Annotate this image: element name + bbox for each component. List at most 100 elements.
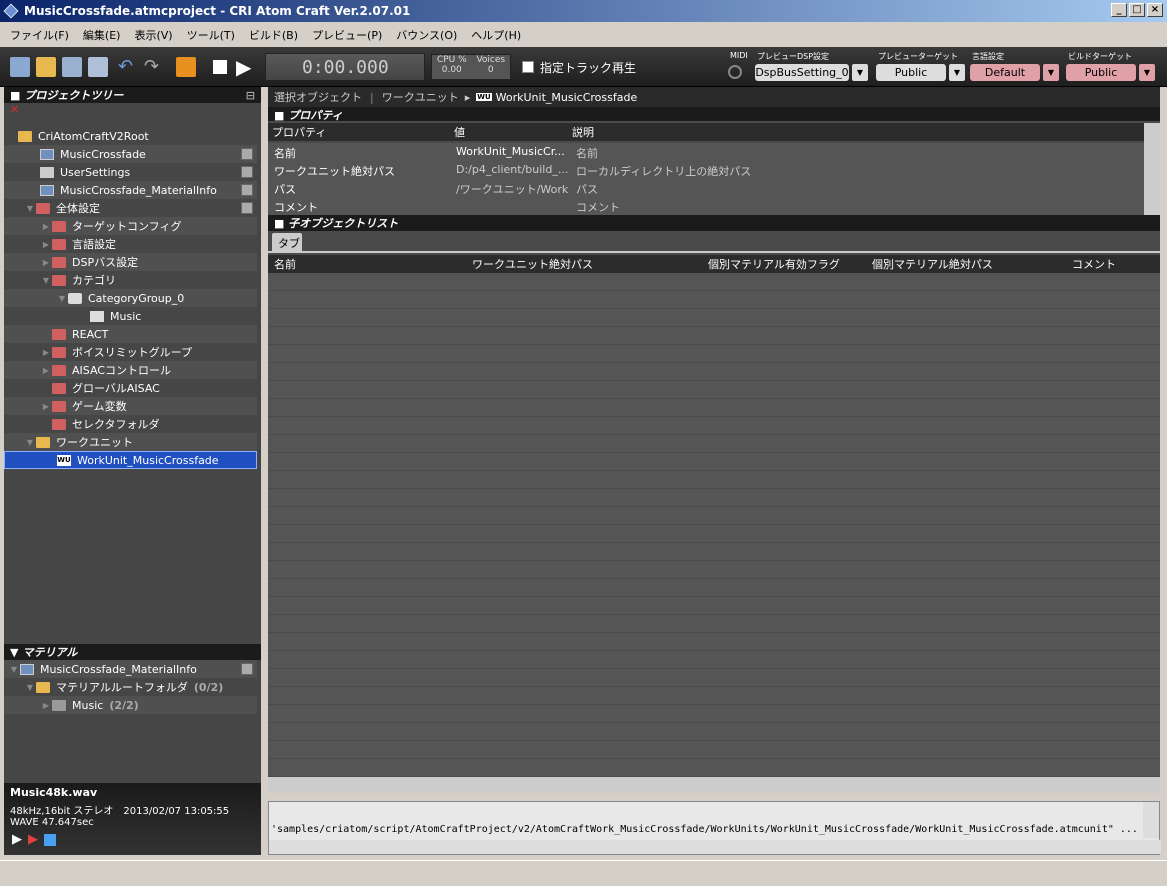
col-material-flag[interactable]: 個別マテリアル有効フラグ — [708, 256, 840, 272]
tree-item[interactable]: ▶ ボイスリミットグループ — [4, 343, 257, 361]
tree-item[interactable]: グローバルAISAC — [4, 379, 257, 397]
material-root-folder[interactable]: ▼ マテリアルルートフォルダ (0/2) — [4, 678, 257, 696]
redo-icon[interactable]: ↷ — [144, 57, 164, 77]
language-dropdown[interactable]: Default — [970, 64, 1040, 81]
cpu-value: 0.00 — [441, 65, 462, 75]
expand-arrow-icon[interactable]: ▼ — [56, 294, 68, 303]
property-row[interactable]: ワークユニット絶対パス D:/p4_client/build_... ローカルディレ… — [268, 161, 1144, 179]
tree-root[interactable]: CriAtomCraftV2Root — [4, 127, 257, 145]
maximize-button[interactable]: □ — [1129, 3, 1145, 17]
undo-icon[interactable]: ↶ — [118, 57, 138, 77]
tree-item[interactable]: REACT — [4, 325, 257, 343]
delete-icon[interactable]: ✕ — [4, 103, 261, 119]
expand-arrow-icon[interactable]: ▶ — [40, 240, 52, 249]
midi-icon[interactable] — [728, 65, 742, 79]
save-all-icon[interactable] — [62, 57, 82, 77]
tree-item[interactable]: MusicCrossfade_MaterialInfo — [4, 181, 257, 199]
property-row[interactable]: パス/ワークユニット/WorkU... パス — [268, 179, 1144, 197]
tree-item[interactable]: セレクタフォルダ — [4, 415, 257, 433]
col-material-path[interactable]: 個別マテリアル絶対パス — [872, 256, 993, 272]
dsp-label: プレビューDSP設定 — [757, 52, 830, 61]
dsp-dropdown-arrow-icon[interactable]: ▼ — [852, 64, 868, 81]
save-icon[interactable] — [241, 148, 253, 160]
tree-item[interactable]: ▶ ターゲットコンフィグ — [4, 217, 257, 235]
tree-item-selected[interactable]: WU WorkUnit_MusicCrossfade — [4, 451, 257, 469]
language-arrow-icon[interactable]: ▼ — [1043, 64, 1059, 81]
col-workunit-path[interactable]: ワークユニット絶対パス — [472, 256, 593, 272]
menu-build[interactable]: ビルド(B) — [243, 27, 304, 43]
minimize-button[interactable]: _ — [1111, 3, 1127, 17]
save-icon[interactable] — [241, 166, 253, 178]
tree-item[interactable]: UserSettings — [4, 163, 257, 181]
tree-item[interactable]: ▶ DSPバス設定 — [4, 253, 257, 271]
expand-arrow-icon[interactable]: ▶ — [40, 222, 52, 231]
expand-arrow-icon[interactable]: ▶ — [40, 701, 52, 710]
expand-arrow-icon[interactable]: ▼ — [40, 276, 52, 285]
col-comment[interactable]: コメント — [1072, 256, 1116, 272]
play-icon[interactable]: ▶ — [12, 832, 22, 847]
save-icon[interactable] — [241, 663, 253, 675]
col-value[interactable]: 値 — [454, 124, 465, 140]
preview-target-label: プレビューターゲット — [878, 52, 958, 61]
expand-arrow-icon[interactable]: ▼ — [24, 204, 36, 213]
menu-view[interactable]: 表示(V) — [128, 27, 178, 43]
expand-arrow-icon[interactable]: ▼ — [24, 683, 36, 692]
menu-help[interactable]: ヘルプ(H) — [465, 27, 527, 43]
close-button[interactable]: × — [1147, 3, 1163, 17]
property-value[interactable]: D:/p4_client/build_... — [456, 163, 568, 176]
expand-arrow-icon[interactable]: ▶ — [40, 348, 52, 357]
tree-item[interactable]: ▶ 言語設定 — [4, 235, 257, 253]
property-value[interactable]: WorkUnit_MusicCr... — [456, 145, 565, 158]
col-name[interactable]: 名前 — [274, 256, 296, 272]
col-description[interactable]: 説明 — [572, 124, 594, 140]
children-h-scrollbar[interactable] — [268, 777, 1160, 793]
play-icon[interactable]: ▶ — [236, 57, 256, 77]
stop-icon[interactable] — [210, 57, 230, 77]
play-loop-icon[interactable]: ▶ — [28, 832, 38, 847]
output-v-scrollbar[interactable] — [1143, 802, 1159, 838]
tree-item[interactable]: MusicCrossfade — [4, 145, 257, 163]
tree-item[interactable]: ▼ ワークユニット — [4, 433, 257, 451]
menu-edit[interactable]: 編集(E) — [77, 27, 127, 43]
menu-tools[interactable]: ツール(T) — [181, 27, 241, 43]
tree-item[interactable]: ▼ 全体設定 — [4, 199, 257, 217]
build-target-arrow-icon[interactable]: ▼ — [1139, 64, 1155, 81]
save-icon[interactable] — [88, 57, 108, 77]
material-info-row[interactable]: ▼ MusicCrossfade_MaterialInfo — [4, 660, 257, 678]
new-project-icon[interactable] — [10, 57, 30, 77]
menu-bounce[interactable]: バウンス(O) — [390, 27, 463, 43]
col-property[interactable]: プロパティ — [272, 124, 326, 140]
build-icon[interactable] — [176, 57, 196, 77]
tree-item[interactable]: ▶ AISACコントロール — [4, 361, 257, 379]
preview-target-dropdown[interactable]: Public — [876, 64, 946, 81]
tree-item[interactable]: ▼ カテゴリ — [4, 271, 257, 289]
stop-icon[interactable] — [44, 834, 56, 846]
menu-preview[interactable]: プレビュー(P) — [306, 27, 388, 43]
open-folder-icon[interactable] — [36, 57, 56, 77]
expand-arrow-icon[interactable]: ▼ — [8, 665, 20, 674]
property-value[interactable]: /ワークユニット/WorkU... — [456, 181, 568, 197]
tree-item[interactable]: Music — [4, 307, 257, 325]
tree-item[interactable]: ▼ CategoryGroup_0 — [4, 289, 257, 307]
menu-file[interactable]: ファイル(F) — [4, 27, 75, 43]
dsp-dropdown[interactable]: DspBusSetting_0 — [755, 64, 849, 81]
material-music-folder[interactable]: ▶ Music (2/2) — [4, 696, 257, 714]
output-h-scrollbar[interactable] — [269, 840, 1161, 854]
track-play-checkbox[interactable] — [522, 61, 534, 73]
expand-arrow-icon[interactable]: ▶ — [40, 258, 52, 267]
expand-arrow-icon[interactable]: ▶ — [40, 402, 52, 411]
tab-tab[interactable]: タブ — [272, 233, 302, 251]
expand-arrow-icon[interactable]: ▶ — [40, 366, 52, 375]
properties-scrollbar[interactable] — [1144, 123, 1160, 215]
breadcrumb-workunit[interactable]: ワークユニット — [382, 89, 459, 105]
collapse-icon[interactable]: ⊟ — [246, 89, 255, 102]
preview-target-arrow-icon[interactable]: ▼ — [949, 64, 965, 81]
expand-arrow-icon[interactable]: ▼ — [24, 438, 36, 447]
save-icon[interactable] — [241, 184, 253, 196]
children-list[interactable] — [268, 273, 1160, 777]
property-row[interactable]: コメント コメント — [268, 197, 1144, 215]
tree-item[interactable]: ▶ ゲーム変数 — [4, 397, 257, 415]
save-icon[interactable] — [241, 202, 253, 214]
build-target-dropdown[interactable]: Public — [1066, 64, 1136, 81]
property-row[interactable]: 名前 WorkUnit_MusicCr... 名前 — [268, 143, 1144, 161]
